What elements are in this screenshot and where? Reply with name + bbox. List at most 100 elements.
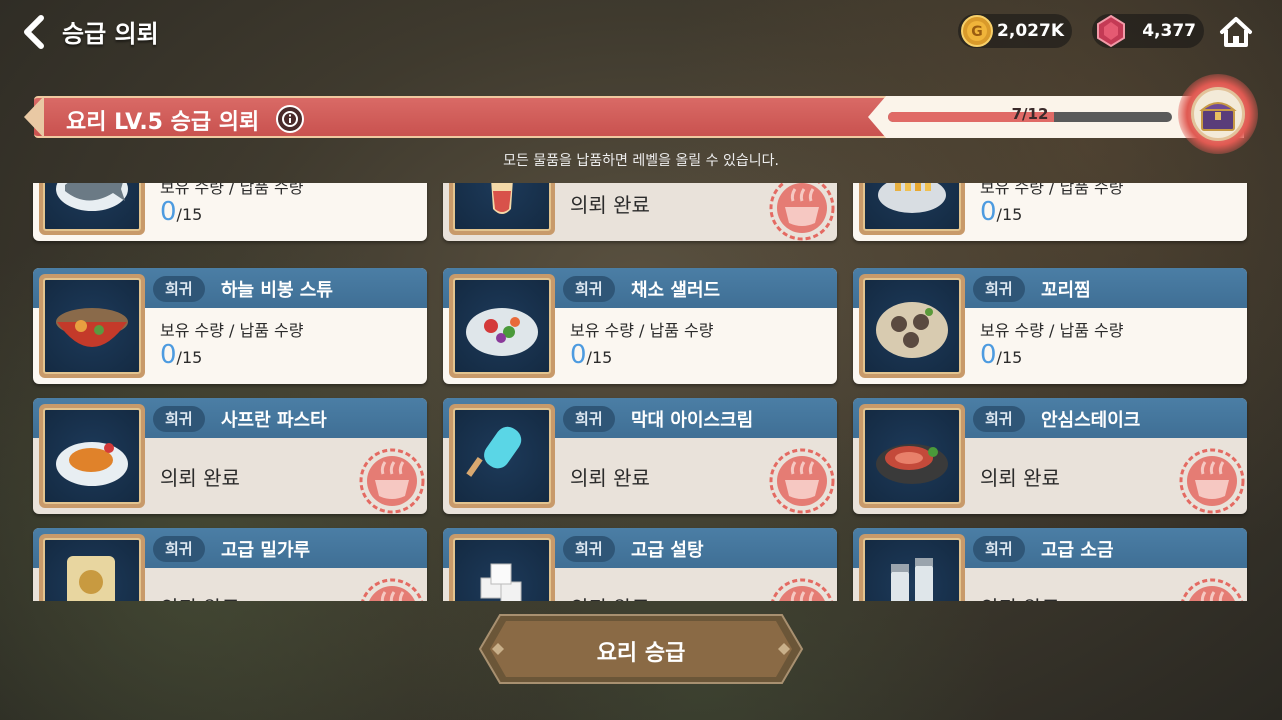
rarity-badge: 희귀 bbox=[153, 276, 205, 302]
request-grid[interactable]: 보유 수량 / 납품 수량 0/15 의뢰 완료 보유 수량 / 납품 수량 0/15 희… bbox=[26, 183, 1256, 601]
request-complete-label: 의뢰 완료 bbox=[570, 592, 650, 601]
required-count: /15 bbox=[996, 348, 1023, 367]
item-name: 사프란 파스타 bbox=[221, 410, 327, 431]
request-complete-label: 의뢰 완료 bbox=[980, 592, 1060, 601]
request-card[interactable]: 희귀 막대 아이스크림 의뢰 완료 bbox=[443, 398, 837, 514]
salad-icon bbox=[466, 308, 538, 356]
upgrade-button-label: 요리 승급 bbox=[596, 641, 686, 666]
item-name: 고급 밀가루 bbox=[221, 540, 311, 561]
request-complete-label: 의뢰 완료 bbox=[160, 466, 240, 490]
request-card[interactable]: 희귀 채소 샐러드보유 수량 / 납품 수량 0/15 bbox=[443, 268, 837, 384]
back-button[interactable] bbox=[16, 12, 52, 52]
top-bar: 승급 의뢰 G 2,027K 4,377 bbox=[0, 0, 1282, 64]
rarity-badge: 희귀 bbox=[563, 536, 615, 562]
fries-plate-icon bbox=[878, 183, 946, 213]
item-thumbnail bbox=[859, 183, 965, 235]
gem-currency[interactable]: 4,377 bbox=[1092, 14, 1204, 48]
quantity-label: 보유 수량 / 납품 수량 bbox=[980, 321, 1124, 340]
rarity-badge: 희귀 bbox=[563, 406, 615, 432]
item-thumbnail bbox=[39, 534, 145, 601]
required-count: /15 bbox=[996, 205, 1023, 224]
request-complete-label: 의뢰 완료 bbox=[570, 193, 650, 217]
item-name: 안심스테이크 bbox=[1041, 410, 1141, 431]
required-count: /15 bbox=[176, 348, 203, 367]
quantity-label: 보유 수량 / 납품 수량 bbox=[570, 321, 714, 340]
rarity-badge: 희귀 bbox=[563, 276, 615, 302]
rarity-badge: 희귀 bbox=[973, 406, 1025, 432]
upgrade-banner: 요리 LV.5 승급 의뢰 7/12 bbox=[24, 96, 1244, 138]
home-icon bbox=[1220, 17, 1252, 47]
info-button[interactable] bbox=[276, 105, 304, 133]
item-thumbnail bbox=[39, 183, 145, 235]
quantity-label: 보유 수량 / 납품 수량 bbox=[160, 321, 304, 340]
request-complete-label: 의뢰 완료 bbox=[980, 466, 1060, 490]
owned-count: 0 bbox=[160, 197, 177, 227]
required-count: /15 bbox=[586, 348, 613, 367]
item-thumbnail bbox=[39, 274, 145, 378]
item-thumbnail bbox=[449, 534, 555, 601]
request-card[interactable]: 희귀 하늘 비봉 스튜 보유 수량 / 납품 수량 0/15 bbox=[33, 268, 427, 384]
home-button[interactable] bbox=[1216, 12, 1256, 52]
request-card[interactable]: 희귀 사프란 파스타 의뢰 완료 bbox=[33, 398, 427, 514]
item-name: 꼬리찜 bbox=[1041, 280, 1091, 301]
info-icon bbox=[282, 111, 298, 127]
request-card[interactable]: 의뢰 완료 bbox=[443, 183, 837, 241]
item-thumbnail bbox=[449, 274, 555, 378]
quantity-value: 0/15 bbox=[980, 197, 1022, 227]
cooking-pot-stamp-icon bbox=[1179, 448, 1245, 514]
drink-icon bbox=[491, 183, 513, 214]
gold-amount: 2,027K bbox=[997, 21, 1064, 41]
cooking-pot-stamp-icon bbox=[1179, 578, 1245, 601]
cooking-pot-stamp-icon bbox=[359, 448, 425, 514]
braised-tail-icon bbox=[876, 302, 948, 358]
gem-icon bbox=[1097, 14, 1125, 48]
gem-amount: 4,377 bbox=[1142, 21, 1196, 41]
item-thumbnail bbox=[39, 404, 145, 508]
owned-count: 0 bbox=[980, 340, 997, 370]
owned-count: 0 bbox=[160, 340, 177, 370]
request-card[interactable]: 희귀 고급 설탕의뢰 완료 bbox=[443, 528, 837, 601]
salt-shakers-icon bbox=[891, 558, 933, 601]
cooking-upgrade-button[interactable]: 요리 승급 bbox=[478, 613, 804, 685]
request-card[interactable]: 희귀 고급 밀가루의뢰 완료 bbox=[33, 528, 427, 601]
rarity-badge: 희귀 bbox=[973, 536, 1025, 562]
quantity-label: 보유 수량 / 납품 수량 bbox=[160, 183, 304, 197]
fish-dish-icon bbox=[56, 183, 128, 211]
cooking-pot-stamp-icon bbox=[769, 448, 835, 514]
rarity-badge: 희귀 bbox=[153, 536, 205, 562]
chest-frame bbox=[1191, 87, 1245, 141]
request-card[interactable]: 보유 수량 / 납품 수량 0/15 bbox=[33, 183, 427, 241]
request-complete-label: 의뢰 완료 bbox=[570, 466, 650, 490]
stew-pot-icon bbox=[56, 308, 128, 347]
gold-currency[interactable]: G 2,027K bbox=[958, 14, 1072, 48]
request-card[interactable]: 희귀 고급 소금의뢰 완료 bbox=[853, 528, 1247, 601]
quantity-value: 0/15 bbox=[980, 340, 1022, 370]
request-complete-label: 의뢰 완료 bbox=[160, 592, 240, 601]
item-thumbnail bbox=[449, 183, 555, 235]
steak-icon bbox=[876, 444, 948, 484]
required-count: /15 bbox=[176, 205, 203, 224]
quantity-value: 0/15 bbox=[160, 340, 202, 370]
request-card[interactable]: 보유 수량 / 납품 수량 0/15 bbox=[853, 183, 1247, 241]
svg-text:G: G bbox=[971, 24, 983, 40]
quantity-label: 보유 수량 / 납품 수량 bbox=[980, 183, 1124, 197]
item-name: 고급 소금 bbox=[1041, 540, 1114, 561]
page-title: 승급 의뢰 bbox=[62, 20, 159, 48]
cooking-pot-stamp-icon bbox=[359, 578, 425, 601]
chevron-left-icon bbox=[24, 15, 44, 49]
reward-chest-button[interactable] bbox=[1178, 74, 1258, 154]
quantity-value: 0/15 bbox=[160, 197, 202, 227]
popsicle-icon bbox=[466, 426, 522, 477]
item-thumbnail bbox=[859, 404, 965, 508]
banner-title: 요리 LV.5 승급 의뢰 bbox=[66, 110, 260, 135]
progress-text: 7/12 bbox=[1011, 105, 1049, 123]
gold-coin-icon: G bbox=[961, 15, 993, 47]
request-card[interactable]: 희귀 꼬리찜 보유 수량 / 납품 수량 0/15 bbox=[853, 268, 1247, 384]
flour-sack-icon bbox=[67, 556, 115, 601]
banner-subtitle: 모든 물품을 납품하면 레벨을 올릴 수 있습니다. bbox=[503, 153, 779, 169]
request-card[interactable]: 희귀 안심스테이크의뢰 완료 bbox=[853, 398, 1247, 514]
item-name: 채소 샐러드 bbox=[631, 280, 721, 301]
pasta-icon bbox=[56, 442, 128, 486]
quantity-value: 0/15 bbox=[570, 340, 612, 370]
item-thumbnail bbox=[859, 534, 965, 601]
